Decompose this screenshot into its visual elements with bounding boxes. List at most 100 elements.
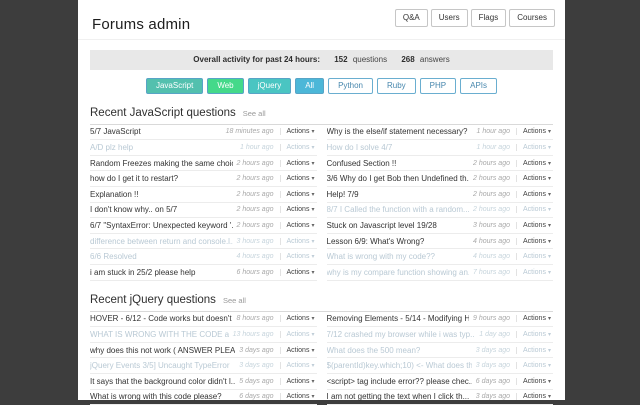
filter-ruby[interactable]: Ruby: [377, 78, 416, 94]
actions-dropdown[interactable]: Actions▾: [516, 269, 553, 276]
actions-dropdown[interactable]: Actions▾: [280, 238, 317, 245]
actions-label: Actions: [523, 191, 546, 198]
actions-label: Actions: [287, 128, 310, 135]
actions-dropdown[interactable]: Actions▾: [516, 362, 553, 369]
actions-dropdown[interactable]: Actions▾: [280, 331, 317, 338]
filter-all[interactable]: All: [295, 78, 324, 94]
question-title[interactable]: Explanation !!: [90, 190, 233, 199]
question-time: 2 hours ago: [237, 191, 274, 198]
question-time: 5 days ago: [239, 378, 273, 385]
filter-jquery[interactable]: jQuery: [248, 78, 292, 94]
question-columns: 5/7 JavaScript18 minutes agoActions▾A/D …: [90, 125, 553, 281]
actions-dropdown[interactable]: Actions▾: [280, 191, 317, 198]
question-title[interactable]: Why is the else/if statement necessary?: [327, 127, 473, 136]
filter-web[interactable]: Web: [207, 78, 243, 94]
question-title[interactable]: Removing Elements - 5/14 - Modifying H..…: [327, 314, 470, 323]
actions-dropdown[interactable]: Actions▾: [516, 128, 553, 135]
question-title[interactable]: 3/6 Why do I get Bob then Undefined th..…: [327, 174, 470, 183]
actions-dropdown[interactable]: Actions▾: [516, 175, 553, 182]
actions-label: Actions: [523, 347, 546, 354]
nav-button-q-a[interactable]: Q&A: [395, 9, 428, 27]
question-title[interactable]: 5/7 JavaScript: [90, 127, 222, 136]
actions-dropdown[interactable]: Actions▾: [516, 238, 553, 245]
nav-button-courses[interactable]: Courses: [509, 9, 555, 27]
question-title[interactable]: Random Freezes making the same choic...: [90, 159, 233, 168]
actions-dropdown[interactable]: Actions▾: [280, 393, 317, 400]
question-row: How do I solve 4/71 hour agoActions▾: [327, 140, 554, 156]
actions-label: Actions: [523, 144, 546, 151]
question-time: 4 hours ago: [237, 253, 274, 260]
question-row: 5/7 JavaScript 18 minutes ago Actions▾: [90, 125, 317, 141]
question-time: 2 hours ago: [237, 222, 274, 229]
filter-php[interactable]: PHP: [420, 78, 456, 94]
question-title[interactable]: 6/7 "SyntaxError: Unexpected keyword '..…: [90, 221, 233, 230]
question-title[interactable]: I don't know why.. on 5/7: [90, 205, 233, 214]
actions-dropdown[interactable]: Actions▾: [280, 222, 317, 229]
question-title[interactable]: i am stuck in 25/2 please help: [90, 268, 233, 277]
actions-dropdown[interactable]: Actions▾: [516, 206, 553, 213]
nav-button-users[interactable]: Users: [431, 9, 468, 27]
question-time: 18 minutes ago: [226, 128, 274, 135]
question-title[interactable]: What is wrong with my code??: [327, 252, 470, 261]
nav-button-flags[interactable]: Flags: [471, 9, 507, 27]
actions-dropdown[interactable]: Actions▾: [280, 269, 317, 276]
actions-dropdown[interactable]: Actions▾: [280, 253, 317, 260]
actions-label: Actions: [523, 315, 546, 322]
question-title[interactable]: WHAT IS WRONG WITH THE CODE and ...: [90, 330, 229, 339]
filter-apis[interactable]: APIs: [460, 78, 497, 94]
actions-dropdown[interactable]: Actions▾: [516, 253, 553, 260]
filter-python[interactable]: Python: [328, 78, 373, 94]
actions-label: Actions: [523, 160, 546, 167]
question-title[interactable]: why does this not work ( ANSWER PLEA...: [90, 346, 235, 355]
question-title[interactable]: difference between return and console.l.…: [90, 237, 233, 246]
filter-javascript[interactable]: JavaScript: [146, 78, 203, 94]
question-row: Stuck on Javascript level 19/283 hours a…: [327, 218, 554, 234]
question-title[interactable]: How do I solve 4/7: [327, 143, 473, 152]
actions-dropdown[interactable]: Actions▾: [516, 331, 553, 338]
actions-dropdown[interactable]: Actions▾: [516, 191, 553, 198]
question-title[interactable]: how do I get it to restart?: [90, 174, 233, 183]
actions-dropdown[interactable]: Actions▾: [516, 378, 553, 385]
actions-dropdown[interactable]: Actions▾: [516, 315, 553, 322]
question-title[interactable]: Confused Section !!: [327, 159, 470, 168]
question-title[interactable]: What does the 500 mean?: [327, 346, 472, 355]
actions-label: Actions: [523, 331, 546, 338]
actions-dropdown[interactable]: Actions▾: [516, 144, 553, 151]
chevron-down-icon: ▾: [311, 128, 314, 135]
actions-dropdown[interactable]: Actions▾: [280, 128, 317, 135]
actions-dropdown[interactable]: Actions▾: [280, 160, 317, 167]
actions-dropdown[interactable]: Actions▾: [280, 144, 317, 151]
actions-dropdown[interactable]: Actions▾: [516, 222, 553, 229]
chevron-down-icon: ▾: [548, 362, 551, 369]
question-title[interactable]: $(parentId)key.which;10) <- What does th…: [327, 361, 472, 370]
actions-label: Actions: [523, 378, 546, 385]
actions-dropdown[interactable]: Actions▾: [516, 347, 553, 354]
question-title[interactable]: A/D plz help: [90, 143, 236, 152]
actions-dropdown[interactable]: Actions▾: [280, 206, 317, 213]
question-title[interactable]: jQuery Events 3/5] Uncaught TypeError: [90, 361, 235, 370]
see-all-link[interactable]: See all: [243, 109, 266, 118]
question-title[interactable]: Lesson 6/9: What's Wrong?: [327, 237, 470, 246]
section-header: Recent jQuery questionsSee all: [90, 294, 553, 312]
actions-dropdown[interactable]: Actions▾: [280, 378, 317, 385]
question-title[interactable]: 6/6 Resolved: [90, 252, 233, 261]
actions-dropdown[interactable]: Actions▾: [516, 160, 553, 167]
actions-dropdown[interactable]: Actions▾: [516, 393, 553, 400]
actions-label: Actions: [523, 175, 546, 182]
question-title[interactable]: why is my compare function showing an...: [327, 268, 470, 277]
actions-dropdown[interactable]: Actions▾: [280, 362, 317, 369]
question-title[interactable]: 8/7 I Called the function with a random.…: [327, 205, 470, 214]
question-title[interactable]: Help! 7/9: [327, 190, 470, 199]
actions-dropdown[interactable]: Actions▾: [280, 347, 317, 354]
question-time: 3 hours ago: [237, 238, 274, 245]
question-title[interactable]: 7/12 crashed my browser while i was typ.…: [327, 330, 476, 339]
actions-dropdown[interactable]: Actions▾: [280, 175, 317, 182]
chevron-down-icon: ▾: [311, 378, 314, 385]
see-all-link[interactable]: See all: [223, 296, 246, 305]
actions-dropdown[interactable]: Actions▾: [280, 315, 317, 322]
question-title[interactable]: Stuck on Javascript level 19/28: [327, 221, 470, 230]
question-title[interactable]: <script> tag include error?? please chec…: [327, 377, 472, 386]
question-title[interactable]: It says that the background color didn't…: [90, 377, 235, 386]
question-title[interactable]: HOVER - 6/12 - Code works but doesn't a.…: [90, 314, 233, 323]
actions-label: Actions: [523, 253, 546, 260]
